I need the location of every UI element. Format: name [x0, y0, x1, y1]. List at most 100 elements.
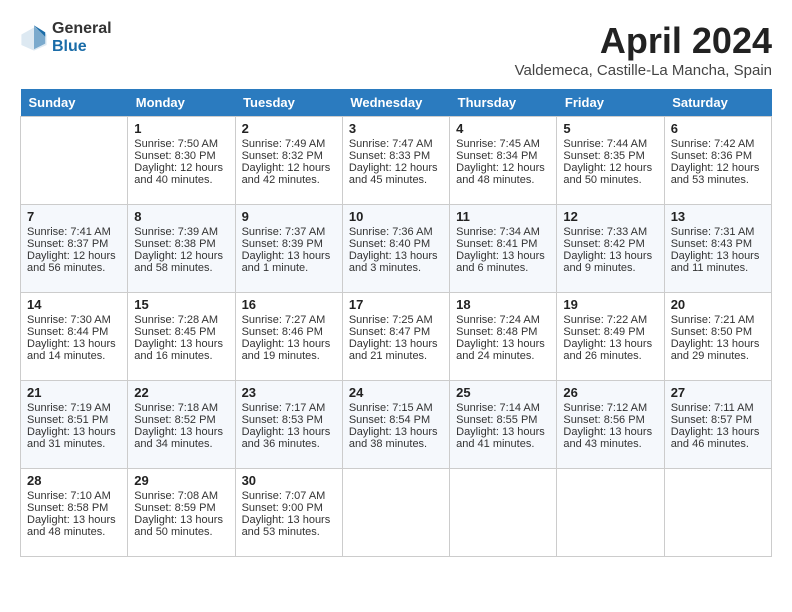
day-number: 5: [563, 121, 657, 136]
calendar-cell: 30Sunrise: 7:07 AMSunset: 9:00 PMDayligh…: [235, 469, 342, 557]
sunrise-text: Sunrise: 7:15 AM: [349, 402, 443, 414]
calendar-week-row: 14Sunrise: 7:30 AMSunset: 8:44 PMDayligh…: [21, 293, 772, 381]
day-number: 24: [349, 385, 443, 400]
calendar-cell: 10Sunrise: 7:36 AMSunset: 8:40 PMDayligh…: [342, 205, 449, 293]
daylight-text: Daylight: 13 hours and 24 minutes.: [456, 338, 550, 362]
sunrise-text: Sunrise: 7:19 AM: [27, 402, 121, 414]
daylight-text: Daylight: 13 hours and 1 minute.: [242, 250, 336, 274]
daylight-text: Daylight: 13 hours and 31 minutes.: [27, 426, 121, 450]
calendar-cell: 26 Sunrise: 7:12 AMSunset: 8:56 PMDayligh…: [557, 381, 664, 469]
daylight-text: Daylight: 13 hours and 14 minutes.: [27, 338, 121, 362]
sunset-text: Sunset: 8:52 PM: [134, 414, 228, 426]
sunset-text: Sunset: 8:54 PM: [349, 414, 443, 426]
sunset-text: Sunset: 9:00 PM: [242, 502, 336, 514]
calendar-cell: 15Sunrise: 7:28 AMSunset: 8:45 PMDayligh…: [128, 293, 235, 381]
sunrise-text: Sunrise: 7:11 AM: [671, 402, 765, 414]
sunset-text: Sunset: 8:44 PM: [27, 326, 121, 338]
logo-general: General: [52, 20, 112, 38]
day-number: 19: [563, 297, 657, 312]
sunset-text: Sunset: 8:58 PM: [27, 502, 121, 514]
sunset-text: Sunset: 8:40 PM: [349, 238, 443, 250]
header-friday: Friday: [557, 89, 664, 117]
calendar-header-row: SundayMondayTuesdayWednesdayThursdayFrid…: [21, 89, 772, 117]
sunset-text: Sunset: 8:57 PM: [671, 414, 765, 426]
sunset-text: Sunset: 8:32 PM: [242, 150, 336, 162]
sunrise-text: Sunrise: 7:39 AM: [134, 226, 228, 238]
sunrise-text: Sunrise: 7:27 AM: [242, 314, 336, 326]
daylight-text: Daylight: 12 hours and 56 minutes.: [27, 250, 121, 274]
calendar-cell: 18Sunrise: 7:24 AMSunset: 8:48 PMDayligh…: [450, 293, 557, 381]
sunset-text: Sunset: 8:56 PM: [563, 414, 657, 426]
sunset-text: Sunset: 8:30 PM: [134, 150, 228, 162]
page-header: General Blue April 2024 Valdemeca, Casti…: [20, 20, 772, 79]
sunset-text: Sunset: 8:45 PM: [134, 326, 228, 338]
calendar-cell: 4Sunrise: 7:45 AMSunset: 8:34 PMDaylight…: [450, 117, 557, 205]
logo: General Blue: [20, 20, 112, 55]
day-number: 13: [671, 209, 765, 224]
header-tuesday: Tuesday: [235, 89, 342, 117]
sunset-text: Sunset: 8:59 PM: [134, 502, 228, 514]
sunset-text: Sunset: 8:46 PM: [242, 326, 336, 338]
day-number: 9: [242, 209, 336, 224]
day-number: 22: [134, 385, 228, 400]
sunset-text: Sunset: 8:37 PM: [27, 238, 121, 250]
day-number: 16: [242, 297, 336, 312]
daylight-text: Daylight: 13 hours and 50 minutes.: [134, 514, 228, 538]
sunrise-text: Sunrise: 7:18 AM: [134, 402, 228, 414]
calendar-cell: [21, 117, 128, 205]
sunrise-text: Sunrise: 7:14 AM: [456, 402, 550, 414]
sunrise-text: Sunrise: 7:44 AM: [563, 138, 657, 150]
daylight-text: Daylight: 13 hours and 43 minutes.: [563, 426, 657, 450]
calendar-cell: 25Sunrise: 7:14 AMSunset: 8:55 PMDayligh…: [450, 381, 557, 469]
day-number: 20: [671, 297, 765, 312]
sunrise-text: Sunrise: 7:07 AM: [242, 490, 336, 502]
day-number: 14: [27, 297, 121, 312]
calendar-cell: [342, 469, 449, 557]
header-thursday: Thursday: [450, 89, 557, 117]
calendar-week-row: 28Sunrise: 7:10 AMSunset: 8:58 PMDayligh…: [21, 469, 772, 557]
day-number: 29: [134, 473, 228, 488]
sunrise-text: Sunrise: 7:24 AM: [456, 314, 550, 326]
day-number: 25: [456, 385, 550, 400]
daylight-text: Daylight: 13 hours and 38 minutes.: [349, 426, 443, 450]
sunrise-text: Sunrise: 7:45 AM: [456, 138, 550, 150]
sunset-text: Sunset: 8:35 PM: [563, 150, 657, 162]
calendar-cell: 5 Sunrise: 7:44 AMSunset: 8:35 PMDaylight…: [557, 117, 664, 205]
sunset-text: Sunset: 8:36 PM: [671, 150, 765, 162]
daylight-text: Daylight: 12 hours and 53 minutes.: [671, 162, 765, 186]
sunrise-text: Sunrise: 7:50 AM: [134, 138, 228, 150]
daylight-text: Daylight: 13 hours and 11 minutes.: [671, 250, 765, 274]
calendar-cell: [664, 469, 771, 557]
calendar-week-row: 7Sunrise: 7:41 AMSunset: 8:37 PMDaylight…: [21, 205, 772, 293]
sunrise-text: Sunrise: 7:10 AM: [27, 490, 121, 502]
daylight-text: Daylight: 13 hours and 21 minutes.: [349, 338, 443, 362]
calendar-cell: 12Sunrise: 7:33 AMSunset: 8:42 PMDayligh…: [557, 205, 664, 293]
daylight-text: Daylight: 13 hours and 6 minutes.: [456, 250, 550, 274]
daylight-text: Daylight: 12 hours and 40 minutes.: [134, 162, 228, 186]
daylight-text: Daylight: 13 hours and 29 minutes.: [671, 338, 765, 362]
sunset-text: Sunset: 8:48 PM: [456, 326, 550, 338]
sunrise-text: Sunrise: 7:21 AM: [671, 314, 765, 326]
sunrise-text: Sunrise: 7:12 AM: [563, 402, 657, 414]
day-number: 8: [134, 209, 228, 224]
day-number: 26: [563, 385, 657, 400]
calendar-cell: [450, 469, 557, 557]
sunrise-text: Sunrise: 7:17 AM: [242, 402, 336, 414]
calendar-cell: 8Sunrise: 7:39 AMSunset: 8:38 PMDaylight…: [128, 205, 235, 293]
calendar-cell: 13Sunrise: 7:31 AMSunset: 8:43 PMDayligh…: [664, 205, 771, 293]
calendar-week-row: 1Sunrise: 7:50 AMSunset: 8:30 PMDaylight…: [21, 117, 772, 205]
calendar-table: SundayMondayTuesdayWednesdayThursdayFrid…: [20, 89, 772, 557]
day-number: 27: [671, 385, 765, 400]
calendar-cell: 1Sunrise: 7:50 AMSunset: 8:30 PMDaylight…: [128, 117, 235, 205]
calendar-cell: [557, 469, 664, 557]
day-number: 7: [27, 209, 121, 224]
daylight-text: Daylight: 13 hours and 16 minutes.: [134, 338, 228, 362]
sunrise-text: Sunrise: 7:47 AM: [349, 138, 443, 150]
daylight-text: Daylight: 12 hours and 50 minutes.: [563, 162, 657, 186]
calendar-cell: 17Sunrise: 7:25 AMSunset: 8:47 PMDayligh…: [342, 293, 449, 381]
daylight-text: Daylight: 13 hours and 46 minutes.: [671, 426, 765, 450]
sunrise-text: Sunrise: 7:30 AM: [27, 314, 121, 326]
sunrise-text: Sunrise: 7:49 AM: [242, 138, 336, 150]
month-title: April 2024: [515, 20, 772, 62]
day-number: 6: [671, 121, 765, 136]
